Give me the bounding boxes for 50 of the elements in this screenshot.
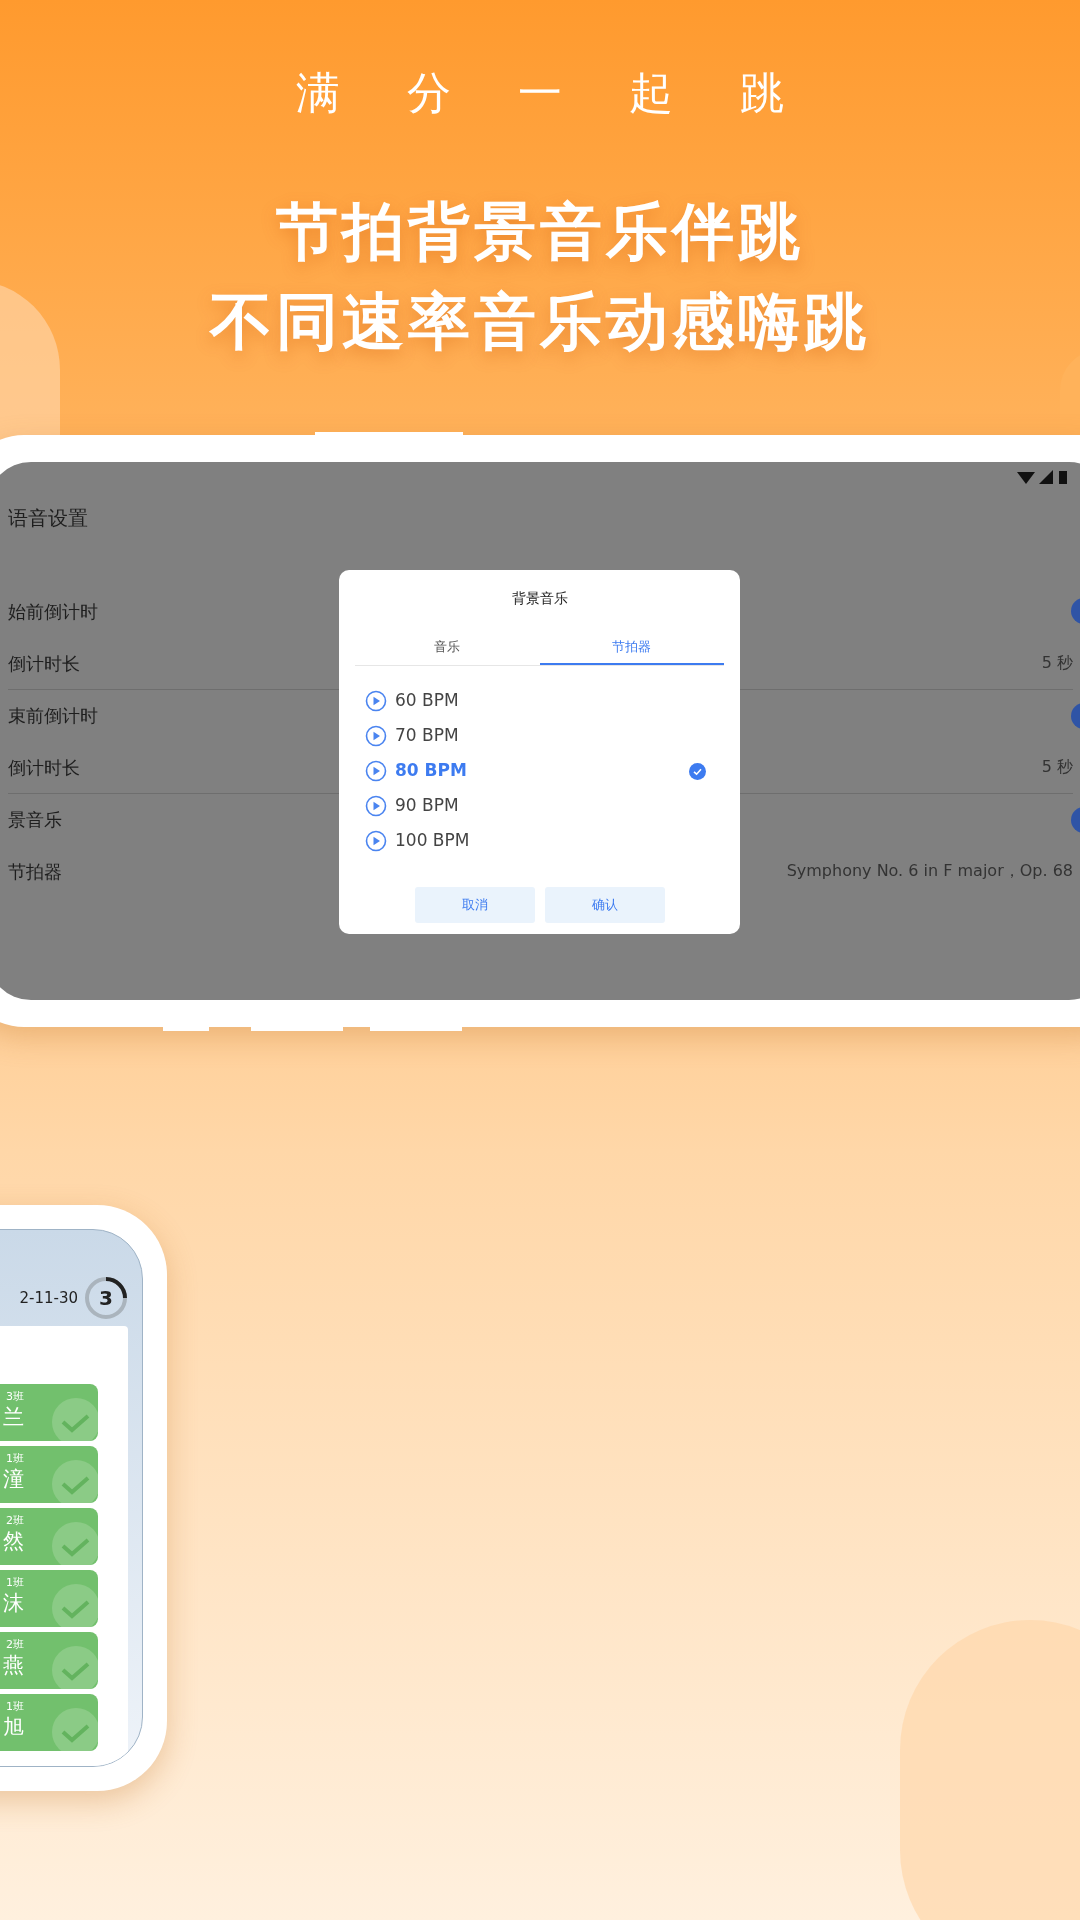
bpm-option[interactable]: 90 BPM <box>365 788 714 824</box>
date-text: 2-11-30 <box>19 1287 78 1309</box>
student-card[interactable]: 1班 潼 <box>0 1446 98 1503</box>
student-name: 旭 <box>3 1714 24 1740</box>
play-icon[interactable] <box>365 690 387 712</box>
student-name: 兰 <box>3 1404 24 1430</box>
dialog-button[interactable]: 确认 <box>544 886 665 923</box>
student-card[interactable]: 2班 燕 <box>0 1632 98 1689</box>
setting-label: 倒计时长 <box>8 755 80 780</box>
student-card[interactable]: 3班 兰 <box>0 1384 98 1441</box>
dialog-tab[interactable]: 音乐 <box>355 637 540 665</box>
countdown-number: 3 <box>99 1285 113 1312</box>
setting-label: 束前倒计时 <box>8 704 98 728</box>
dialog-tab[interactable]: 节拍器 <box>539 637 724 665</box>
student-card[interactable]: 1班 沫 <box>0 1570 98 1627</box>
bpm-option[interactable]: 100 BPM <box>365 823 714 859</box>
setting-label: 景音乐 <box>8 808 62 832</box>
dialog-title: 背景音乐 <box>510 589 569 608</box>
student-name: 燕 <box>3 1652 24 1678</box>
page-title: 语音设置 <box>8 505 89 532</box>
play-icon[interactable] <box>365 760 387 782</box>
play-icon[interactable] <box>365 795 387 817</box>
student-name: 然 <box>3 1528 24 1554</box>
play-icon[interactable] <box>365 830 387 852</box>
class-label: 2班 <box>6 1514 24 1528</box>
setting-value: 5 秒 <box>1041 756 1073 778</box>
setting-label: 节拍器 <box>8 859 62 884</box>
bpm-option[interactable]: 80 BPM <box>365 753 714 789</box>
headline: 不同速率音乐动感嗨跳 <box>210 286 870 358</box>
class-label: 1班 <box>6 1452 24 1466</box>
class-label: 2班 <box>6 1638 24 1652</box>
setting-label: 始前倒计时 <box>8 599 98 624</box>
class-label: 1班 <box>6 1700 24 1714</box>
headline: 节拍背景音乐伴跳 <box>276 196 804 268</box>
setting-value: 5 秒 <box>1041 652 1073 674</box>
setting-value: Symphony No. 6 in F major，Op. 68 <box>786 860 1073 882</box>
class-label: 3班 <box>6 1390 24 1404</box>
student-name: 沫 <box>3 1590 24 1616</box>
setting-label: 倒计时长 <box>8 651 80 676</box>
bpm-option[interactable]: 70 BPM <box>365 718 714 754</box>
class-label: 1班 <box>6 1576 24 1590</box>
slogan: 满 分 一 起 跳 <box>295 66 810 120</box>
dialog-button[interactable]: 取消 <box>414 886 535 923</box>
countdown-ring <box>84 1276 128 1320</box>
student-name: 潼 <box>3 1466 24 1492</box>
bpm-option[interactable]: 60 BPM <box>365 683 714 719</box>
check-icon <box>689 762 706 780</box>
student-card[interactable]: 1班 旭 <box>0 1694 98 1751</box>
student-card[interactable]: 2班 然 <box>0 1508 98 1565</box>
play-icon[interactable] <box>365 725 387 747</box>
